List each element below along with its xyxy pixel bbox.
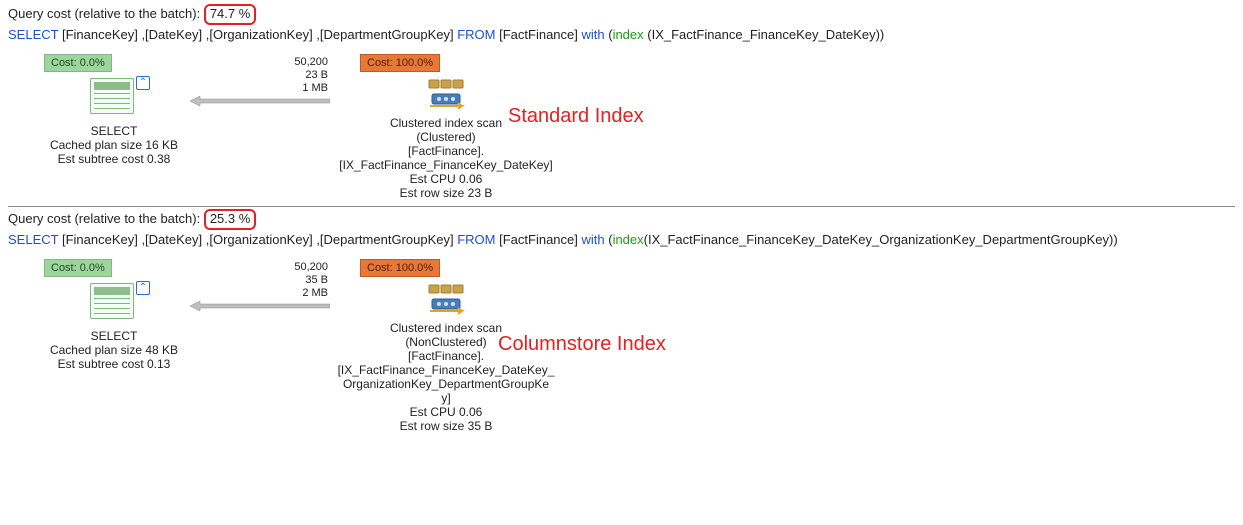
query2-edge: 50,200 35 B 2 MB — [190, 259, 330, 312]
node-title: Clustered index scan — [390, 321, 502, 335]
query1-cost-header: Query cost (relative to the batch): 74.7… — [8, 4, 1235, 25]
flow-arrow-icon — [190, 95, 330, 107]
node-title: SELECT — [91, 329, 138, 343]
annotation-standard-index: Standard Index — [508, 105, 644, 128]
cost-badge: Cost: 100.0% — [360, 259, 440, 277]
flow-arrow-icon — [190, 300, 330, 312]
index-scan-icon — [426, 76, 466, 110]
cost-badge: Cost: 0.0% — [44, 54, 112, 72]
node-title: SELECT — [91, 124, 138, 138]
cached-plan-size: Cached plan size 16 KB — [50, 138, 178, 152]
query1-edge: 50,200 23 B 1 MB — [190, 54, 330, 107]
edge-rows: 50,200 — [294, 261, 328, 274]
query2-cost-highlight: 25.3 % — [204, 209, 256, 230]
cost-badge: Cost: 100.0% — [360, 54, 440, 72]
edge-rows: 50,200 — [294, 56, 328, 69]
annotation-columnstore-index: Columnstore Index — [498, 333, 666, 356]
query2-cost-prefix: Query cost (relative to the batch): — [8, 211, 204, 226]
expand-icon[interactable]: ⌃ — [136, 76, 150, 90]
select-result-icon — [90, 283, 134, 319]
expand-icon[interactable]: ⌃ — [136, 281, 150, 295]
edge-rowsize: 23 B — [294, 69, 328, 82]
query2-plan: Cost: 0.0% ⌃ SELECT Cached plan size 48 … — [8, 255, 1235, 439]
query1-plan: Cost: 0.0% ⌃ SELECT Cached plan size 16 … — [8, 50, 1235, 206]
cached-plan-size: Cached plan size 48 KB — [50, 343, 178, 357]
query1-cost-highlight: 74.7 % — [204, 4, 256, 25]
query1-cost-prefix: Query cost (relative to the batch): — [8, 6, 204, 21]
query2-select-node[interactable]: Cost: 0.0% ⌃ SELECT Cached plan size 48 … — [44, 259, 184, 371]
query1-sql: SELECT [FinanceKey] ,[DateKey] ,[Organiz… — [8, 27, 1235, 42]
edge-rowsize: 35 B — [294, 274, 328, 287]
cost-badge: Cost: 0.0% — [44, 259, 112, 277]
est-subtree-cost: Est subtree cost 0.38 — [58, 152, 171, 166]
edge-bytes: 2 MB — [294, 287, 328, 300]
divider — [8, 206, 1235, 207]
edge-bytes: 1 MB — [294, 82, 328, 95]
index-scan-icon — [426, 281, 466, 315]
select-result-icon — [90, 78, 134, 114]
query1-select-node[interactable]: Cost: 0.0% ⌃ SELECT Cached plan size 16 … — [44, 54, 184, 166]
est-subtree-cost: Est subtree cost 0.13 — [58, 357, 171, 371]
query2-cost-header: Query cost (relative to the batch): 25.3… — [8, 209, 1235, 230]
node-title: Clustered index scan — [390, 116, 502, 130]
query2-sql: SELECT [FinanceKey] ,[DateKey] ,[Organiz… — [8, 232, 1235, 247]
